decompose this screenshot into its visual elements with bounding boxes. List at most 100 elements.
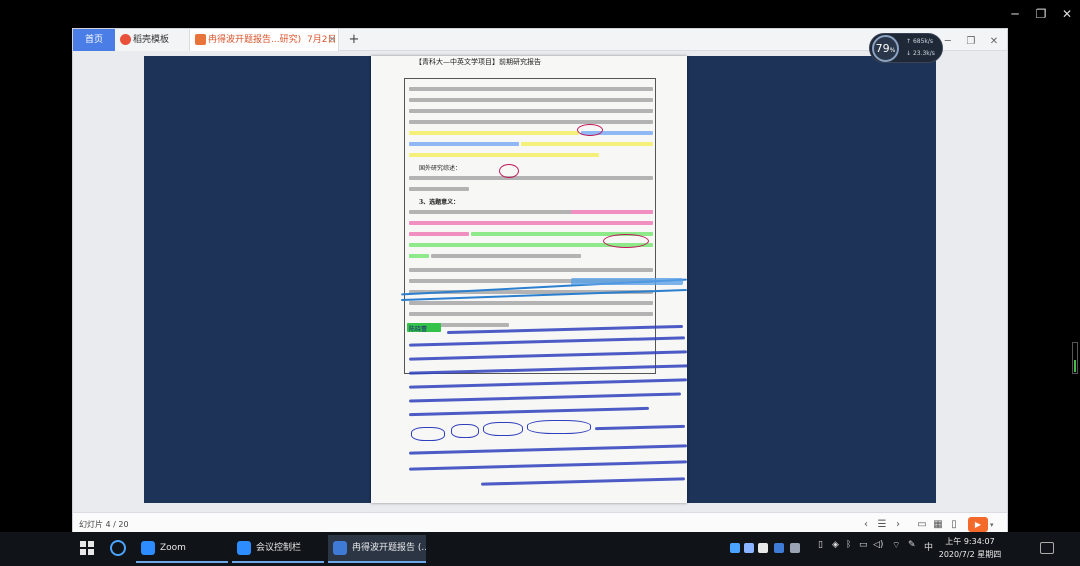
app-close-icon[interactable]: ✕ — [985, 31, 1003, 53]
blue-scribble-mark — [571, 278, 683, 285]
bluetooth-icon[interactable]: ᛒ — [846, 540, 851, 550]
close-icon[interactable]: ✕ — [1050, 0, 1080, 28]
handwritten-tag: 陈晓蕾 — [409, 326, 428, 333]
input-method-indicator[interactable]: 中 — [924, 540, 933, 553]
tab-template-label: 稻壳模板 — [133, 35, 170, 45]
speed-percent: 79% — [872, 35, 899, 62]
handwritten-line — [409, 378, 687, 389]
tab-home[interactable]: 首页 — [73, 29, 115, 51]
highlight-green — [409, 254, 429, 258]
app-restore-icon[interactable]: ❐ — [962, 31, 980, 53]
taskbar-meeting-label: 会议控制栏 — [256, 543, 302, 553]
window-titlebar: ─ ❐ ✕ — [0, 0, 1080, 28]
tab-template[interactable]: 稻壳模板 — [115, 29, 189, 51]
clock-time: 上午 9:34:07 — [945, 537, 995, 546]
annotation-circle — [577, 124, 603, 136]
clock-date: 2020/7/2 星期四 — [938, 550, 1002, 559]
section-significance: 3、选题意义： — [419, 199, 460, 206]
section-foreign-review: 国外研究综述： — [419, 165, 462, 172]
tray-app-icon[interactable] — [744, 543, 754, 553]
printed-line — [409, 98, 653, 102]
wifi-icon[interactable]: ⌔ — [892, 540, 900, 551]
prev-slide-icon[interactable]: ‹ — [859, 518, 873, 532]
wps-presentation-window: 首页 稻壳模板 冉得波开题报告...研究) 7月2日 ✕ + ─ ❐ ✕ 79%… — [72, 28, 1008, 536]
handwritten-circle — [483, 422, 523, 436]
presentation-file-icon — [195, 34, 206, 45]
zoom-icon — [141, 541, 155, 555]
cortana-search-icon[interactable] — [110, 540, 126, 556]
printed-line — [409, 109, 653, 113]
notification-icon[interactable] — [1040, 542, 1054, 554]
printed-line — [431, 254, 581, 258]
handwritten-line — [594, 424, 686, 431]
highlight-blue — [409, 142, 519, 146]
volume-indicator — [1072, 342, 1078, 374]
reading-view-icon[interactable]: ▯ — [947, 518, 961, 532]
taskbar-wps-presentation[interactable]: 冉得波开题报告 (... — [328, 535, 426, 563]
normal-view-icon[interactable]: ▭ — [915, 518, 929, 532]
handwritten-circle — [411, 427, 445, 441]
upload-speed: ↑ 685k/s — [906, 38, 934, 45]
next-slide-icon[interactable]: › — [891, 518, 905, 532]
app-window-controls: ─ ❐ ✕ — [939, 29, 1003, 51]
printed-line — [409, 187, 469, 191]
handwritten-line — [480, 477, 686, 486]
tab-bar: 首页 稻壳模板 冉得波开题报告...研究) 7月2日 ✕ + ─ ❐ ✕ — [73, 29, 1007, 51]
taskbar-zoom[interactable]: Zoom — [136, 535, 228, 563]
zoom-meeting-icon — [237, 541, 251, 555]
download-speed: ↓ 23.3k/s — [906, 50, 935, 57]
highlight-yellow — [409, 131, 579, 135]
shield-icon[interactable]: ◈ — [832, 540, 839, 550]
handwritten-line — [409, 460, 687, 471]
current-slide[interactable]: 【青科大—中英文学项目】前期研究报告 国外研究综述： 3、选题意义： 陈晓蕾 — [144, 56, 936, 503]
play-slideshow-button[interactable]: ▶ — [968, 517, 988, 532]
handwritten-line — [409, 392, 681, 403]
tray-wechat-icon[interactable] — [758, 543, 768, 553]
highlight-yellow — [521, 142, 653, 146]
wps-icon — [333, 541, 347, 555]
network-speed-widget[interactable]: 79% ↑ 685k/s ↓ 23.3k/s — [869, 33, 943, 63]
notes-list-icon[interactable]: ☰ — [875, 518, 889, 532]
tab-document[interactable]: 冉得波开题报告...研究) 7月2日 ✕ — [189, 29, 339, 51]
printed-line — [409, 301, 653, 305]
tab-close-icon[interactable]: ✕ — [328, 29, 336, 51]
slide-canvas: 【青科大—中英文学项目】前期研究报告 国外研究综述： 3、选题意义： 陈晓蕾 — [73, 51, 1007, 512]
volume-icon[interactable]: ◁) — [873, 540, 883, 550]
usb-icon[interactable]: ▯ — [818, 540, 823, 550]
tray-network-app-icon[interactable] — [730, 543, 740, 553]
highlight-pink — [409, 232, 469, 236]
tray-wps-icon[interactable] — [774, 543, 784, 553]
tab-document-label: 冉得波开题报告...研究) — [208, 35, 302, 45]
system-clock[interactable]: 上午 9:34:07 2020/7/2 星期四 — [935, 535, 1005, 561]
new-tab-button[interactable]: + — [345, 29, 363, 51]
document-header: 【青科大—中英文学项目】前期研究报告 — [415, 58, 541, 66]
taskbar-wps-label: 冉得波开题报告 (... — [352, 543, 426, 553]
battery-icon[interactable]: ▭ — [859, 540, 868, 550]
handwritten-line — [409, 444, 687, 455]
pen-icon[interactable]: ✎ — [908, 540, 916, 550]
document-photo: 【青科大—中英文学项目】前期研究报告 国外研究综述： 3、选题意义： 陈晓蕾 — [371, 56, 687, 503]
taskbar-zoom-label: Zoom — [160, 543, 186, 553]
tray-keyboard-icon[interactable] — [790, 543, 800, 553]
desktop-screen: ─ ❐ ✕ 首页 稻壳模板 冉得波开题报告...研究) 7月2日 ✕ + ─ ❐… — [0, 0, 1080, 566]
annotation-circle — [603, 234, 649, 248]
printed-line — [409, 268, 653, 272]
handwritten-circle — [527, 420, 591, 434]
play-options-icon[interactable]: ▾ — [990, 518, 994, 532]
slide-sorter-icon[interactable]: ▦ — [931, 518, 945, 532]
highlight-yellow — [409, 153, 599, 157]
download-speed-value: 23.3k/s — [912, 50, 935, 57]
handwritten-circle — [451, 424, 479, 438]
handwritten-line — [409, 406, 649, 417]
windows-taskbar: Zoom 会议控制栏 冉得波开题报告 (... ▯ ◈ ᛒ ▭ ◁) ⌔ ✎ 中… — [0, 532, 1080, 566]
printed-line — [409, 176, 653, 180]
windows-start-icon[interactable] — [80, 541, 94, 555]
upload-speed-value: 685k/s — [912, 38, 934, 45]
annotation-circle — [499, 164, 519, 178]
speed-percent-value: 79 — [875, 42, 890, 55]
printed-line — [409, 312, 653, 316]
taskbar-meeting-controls[interactable]: 会议控制栏 — [232, 535, 324, 563]
highlight-pink — [571, 210, 653, 214]
volume-level — [1074, 360, 1076, 372]
docer-logo-icon — [120, 34, 131, 45]
